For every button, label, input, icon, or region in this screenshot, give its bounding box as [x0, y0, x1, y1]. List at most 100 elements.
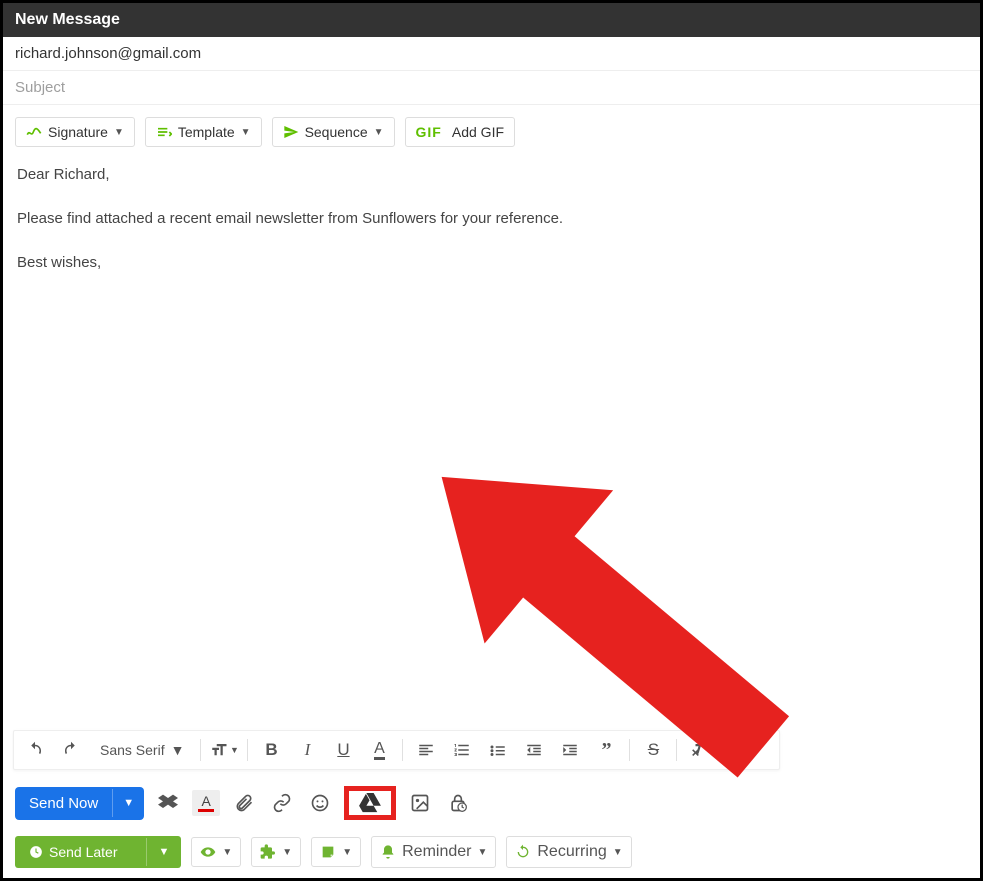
letter-a-icon: A: [201, 794, 210, 808]
chevron-down-icon: ▼: [222, 847, 232, 858]
composer-toolbar: Signature ▼ Template ▼ Sequence ▼ GIF Ad…: [3, 105, 980, 153]
chevron-down-icon: ▼: [613, 847, 623, 858]
confidential-button[interactable]: [444, 789, 472, 817]
to-field[interactable]: richard.johnson@gmail.com: [3, 37, 980, 71]
window-header: New Message: [3, 3, 980, 37]
body-line: Please find attached a recent email news…: [17, 207, 966, 231]
send-later-button[interactable]: Send Later ▼: [15, 836, 181, 868]
numbered-list-button[interactable]: [447, 735, 477, 765]
emoji-icon: [310, 793, 330, 813]
font-family-label: Sans Serif: [100, 742, 165, 758]
clear-formatting-button[interactable]: [685, 735, 715, 765]
clock-icon: [29, 845, 43, 859]
eye-icon: [200, 844, 216, 860]
strikethrough-icon: S: [648, 740, 659, 760]
template-button[interactable]: Template ▼: [145, 117, 262, 147]
send-now-label: Send Now: [15, 787, 112, 820]
puzzle-icon: [260, 844, 276, 860]
recurring-icon: [515, 844, 531, 860]
bullet-list-button[interactable]: [483, 735, 513, 765]
bell-icon: [380, 844, 396, 860]
text-color-button[interactable]: A: [364, 735, 394, 765]
gif-icon: GIF: [416, 124, 442, 140]
separator: [402, 739, 403, 761]
insert-photo-button[interactable]: [406, 789, 434, 817]
undo-button[interactable]: [20, 735, 50, 765]
drive-button-highlighted[interactable]: [344, 786, 396, 820]
chevron-down-icon: ▼: [477, 847, 487, 858]
dropbox-icon: [158, 793, 178, 813]
undo-icon: [26, 741, 44, 759]
subject-field[interactable]: Subject: [3, 71, 980, 105]
secondary-actions: Send Later ▼ ▼ ▼ ▼ Reminder ▼ Recurring …: [15, 836, 968, 868]
add-gif-label: Add GIF: [452, 124, 504, 140]
text-color-icon: A: [374, 741, 385, 760]
attach-button[interactable]: [230, 789, 258, 817]
notes-button[interactable]: ▼: [311, 837, 361, 867]
align-icon: [417, 741, 435, 759]
body-greeting: Dear Richard,: [17, 163, 966, 187]
italic-button[interactable]: I: [292, 735, 322, 765]
primary-actions: Send Now ▼ A: [15, 786, 968, 820]
font-family-select[interactable]: Sans Serif ▼: [92, 742, 192, 758]
sequence-button[interactable]: Sequence ▼: [272, 117, 395, 147]
chevron-down-icon: ▼: [114, 127, 124, 138]
redo-button[interactable]: [56, 735, 86, 765]
template-icon: [156, 124, 172, 140]
chevron-down-icon: ▼: [342, 847, 352, 858]
template-label: Template: [178, 124, 235, 140]
quote-button[interactable]: ”: [591, 735, 621, 765]
indent-more-button[interactable]: [555, 735, 585, 765]
send-later-dropdown[interactable]: ▼: [146, 838, 182, 866]
align-button[interactable]: [411, 735, 441, 765]
emoji-button[interactable]: [306, 789, 334, 817]
message-body[interactable]: Dear Richard, Please find attached a rec…: [3, 153, 980, 305]
visibility-button[interactable]: ▼: [191, 837, 241, 867]
separator: [247, 739, 248, 761]
indent-more-icon: [561, 741, 579, 759]
sequence-label: Sequence: [305, 124, 368, 140]
reminder-label: Reminder: [402, 843, 471, 861]
link-icon: [272, 793, 292, 813]
chevron-down-icon: ▼: [282, 847, 292, 858]
note-icon: [320, 844, 336, 860]
underline-icon: U: [337, 740, 349, 760]
signature-label: Signature: [48, 124, 108, 140]
image-icon: [410, 793, 430, 813]
strikethrough-button[interactable]: S: [638, 735, 668, 765]
subject-placeholder: Subject: [15, 79, 65, 96]
lock-clock-icon: [448, 793, 468, 813]
window-title: New Message: [15, 11, 120, 28]
quote-icon: ”: [601, 739, 611, 762]
recurring-button[interactable]: Recurring ▼: [506, 836, 631, 868]
chevron-down-icon: ▼: [241, 127, 251, 138]
to-value: richard.johnson@gmail.com: [15, 45, 201, 62]
chevron-down-icon: ▼: [374, 127, 384, 138]
signature-icon: [26, 124, 42, 140]
extension-button[interactable]: ▼: [251, 837, 301, 867]
redo-icon: [62, 741, 80, 759]
separator: [200, 739, 201, 761]
tracking-button[interactable]: A: [192, 790, 220, 816]
send-now-dropdown[interactable]: ▼: [112, 789, 144, 817]
send-now-button[interactable]: Send Now ▼: [15, 787, 144, 820]
font-size-button[interactable]: ▼: [209, 735, 239, 765]
bold-button[interactable]: B: [256, 735, 286, 765]
reminder-button[interactable]: Reminder ▼: [371, 836, 496, 868]
add-gif-button[interactable]: GIF Add GIF: [405, 117, 515, 147]
recurring-label: Recurring: [537, 843, 606, 861]
indent-less-button[interactable]: [519, 735, 549, 765]
separator: [629, 739, 630, 761]
body-signoff: Best wishes,: [17, 251, 966, 275]
sequence-icon: [283, 124, 299, 140]
signature-button[interactable]: Signature ▼: [15, 117, 135, 147]
dropbox-button[interactable]: [154, 789, 182, 817]
underline-button[interactable]: U: [328, 735, 358, 765]
send-later-label: Send Later: [49, 844, 118, 860]
link-button[interactable]: [268, 789, 296, 817]
font-size-icon: [210, 741, 228, 759]
clear-format-icon: [691, 741, 709, 759]
bullet-list-icon: [489, 741, 507, 759]
italic-icon: I: [305, 740, 311, 760]
bold-icon: B: [265, 740, 277, 760]
